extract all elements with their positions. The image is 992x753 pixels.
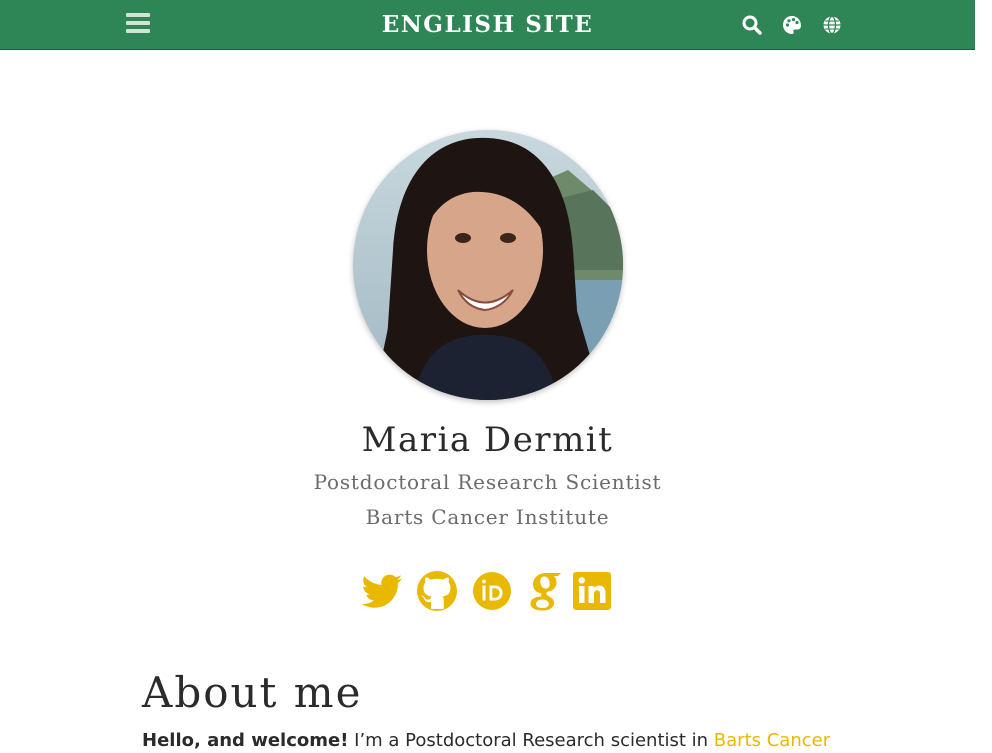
- intro-text: I’m a Postdoctoral Research scientist in: [348, 730, 714, 751]
- intro-greeting: Hello, and welcome!: [142, 730, 349, 751]
- barts-cancer-link[interactable]: Barts Cancer: [714, 730, 830, 751]
- profile-organization: Barts Cancer Institute: [365, 505, 610, 529]
- orcid-icon[interactable]: [470, 569, 514, 613]
- about-heading: About me: [142, 668, 363, 717]
- globe-icon[interactable]: [821, 14, 843, 36]
- navbar: ENGLISH SITE: [0, 0, 975, 50]
- linkedin-icon[interactable]: [570, 569, 614, 613]
- google-scholar-icon[interactable]: [520, 569, 564, 613]
- profile-name: Maria Dermit: [361, 420, 614, 460]
- search-icon[interactable]: [741, 14, 763, 36]
- github-icon[interactable]: [415, 569, 459, 613]
- avatar: [353, 130, 623, 400]
- profile-role: Postdoctoral Research Scientist: [313, 470, 662, 494]
- about-intro: Hello, and welcome! I’m a Postdoctoral R…: [142, 729, 830, 753]
- twitter-icon[interactable]: [360, 569, 404, 613]
- palette-icon[interactable]: [781, 14, 803, 36]
